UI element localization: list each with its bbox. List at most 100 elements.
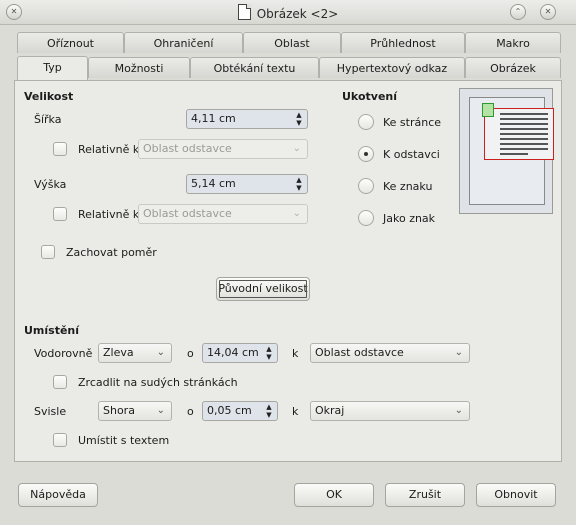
spin-arrows-icon[interactable]: ▲ ▼	[295, 176, 303, 192]
preview-text-line	[500, 128, 548, 130]
tab-label: Typ	[43, 61, 62, 74]
preview-page	[469, 97, 554, 205]
preview-image-marker	[482, 103, 494, 117]
anchor-page-radio[interactable]	[358, 114, 374, 130]
tab-label: Možnosti	[114, 62, 164, 75]
width-value: 4,11 cm	[191, 112, 236, 125]
tab-type[interactable]: Typ	[17, 56, 88, 80]
vertical-to-value: Okraj	[315, 404, 345, 417]
tab-label: Obtékání textu	[213, 62, 296, 75]
chevron-down-icon: ⌄	[156, 347, 165, 358]
radio-selected-dot	[364, 152, 368, 156]
reset-button[interactable]: Obnovit	[476, 483, 556, 507]
help-button[interactable]: Nápověda	[18, 483, 98, 507]
horizontal-by-value: 14,04 cm	[207, 346, 259, 359]
preview-text-line	[500, 148, 548, 150]
anchor-paragraph-label: K odstavci	[383, 148, 440, 161]
keep-ratio-checkbox[interactable]	[41, 245, 55, 259]
ok-button[interactable]: OK	[294, 483, 374, 507]
horizontal-to-select[interactable]: Oblast odstavce ⌄	[310, 343, 470, 363]
horizontal-select[interactable]: Zleva ⌄	[98, 343, 172, 363]
chevron-down-icon: ⌄	[156, 405, 165, 416]
mirror-label: Zrcadlit na sudých stránkách	[78, 376, 238, 389]
cancel-button[interactable]: Zrušit	[385, 483, 465, 507]
preview-text-line	[500, 143, 548, 145]
relative-width-checkbox[interactable]	[53, 142, 67, 156]
tab-macro[interactable]: Makro	[465, 32, 561, 53]
position-heading: Umístění	[24, 324, 80, 337]
tab-label: Obrázek	[490, 62, 536, 75]
window-title-area: Obrázek <2>	[0, 4, 576, 21]
tab-label: Průhlednost	[370, 37, 436, 50]
tab-wrap[interactable]: Obtékání textu	[190, 57, 319, 78]
keep-ratio-label: Zachovat poměr	[66, 246, 157, 259]
chevron-down-icon: ⌄	[292, 208, 301, 219]
vertical-to-select[interactable]: Okraj ⌄	[310, 401, 470, 421]
horizontal-value: Zleva	[103, 346, 134, 359]
width-spinbox[interactable]: 4,11 cm ▲ ▼	[186, 109, 308, 129]
anchor-preview	[459, 88, 554, 214]
vertical-by-label: o	[187, 405, 194, 418]
tab-label: Oblast	[274, 37, 310, 50]
spin-arrows-icon[interactable]: ▲ ▼	[265, 345, 273, 361]
height-value: 5,14 cm	[191, 177, 236, 190]
preview-text-line	[500, 118, 548, 120]
vertical-select[interactable]: Shora ⌄	[98, 401, 172, 421]
chevron-down-icon: ⌄	[454, 347, 463, 358]
spin-arrows-icon[interactable]: ▲ ▼	[265, 403, 273, 419]
preview-text-line	[500, 113, 548, 115]
preview-text-line	[500, 153, 528, 155]
close-icon[interactable]: ✕	[540, 4, 556, 20]
tab-image[interactable]: Obrázek	[465, 57, 561, 78]
size-heading: Velikost	[24, 90, 74, 103]
preview-text-line	[500, 138, 548, 140]
anchor-paragraph-radio[interactable]	[358, 146, 374, 162]
height-spinbox[interactable]: 5,14 cm ▲ ▼	[186, 174, 308, 194]
tab-crop[interactable]: Oříznout	[17, 32, 124, 53]
document-icon	[237, 4, 251, 20]
height-label: Výška	[34, 178, 67, 191]
tab-label: Ohraničení	[153, 37, 214, 50]
relative-height-checkbox[interactable]	[53, 207, 67, 221]
horizontal-by-spinbox[interactable]: 14,04 cm ▲ ▼	[202, 343, 278, 363]
chevron-down-icon: ⌄	[454, 405, 463, 416]
tab-label: Hypertextový odkaz	[336, 62, 448, 75]
horizontal-label: Vodorovně	[34, 347, 93, 360]
window-title: Obrázek <2>	[256, 7, 339, 21]
chevron-down-icon: ⌄	[292, 143, 301, 154]
relative-width-value: Oblast odstavce	[143, 142, 232, 155]
anchor-page-label: Ke stránce	[383, 116, 442, 129]
preview-text-line	[500, 123, 548, 125]
anchor-character-radio[interactable]	[358, 178, 374, 194]
horizontal-to-label: k	[292, 347, 299, 360]
vertical-by-value: 0,05 cm	[207, 404, 252, 417]
relative-height-label: Relativně k	[78, 208, 140, 221]
follow-text-label: Umístit s textem	[78, 434, 170, 447]
mirror-checkbox[interactable]	[53, 375, 67, 389]
collapse-icon[interactable]: ⌃	[510, 4, 526, 20]
anchor-as-char-radio[interactable]	[358, 210, 374, 226]
tab-label: Oříznout	[47, 37, 94, 50]
horizontal-by-label: o	[187, 347, 194, 360]
tab-area[interactable]: Oblast	[243, 32, 341, 53]
relative-height-value: Oblast odstavce	[143, 207, 232, 220]
follow-text-checkbox[interactable]	[53, 433, 67, 447]
preview-frame	[484, 108, 554, 160]
tab-transparency[interactable]: Průhlednost	[341, 32, 465, 53]
width-label: Šířka	[34, 113, 62, 126]
anchor-character-label: Ke znaku	[383, 180, 433, 193]
tab-label: Makro	[496, 37, 530, 50]
relative-width-select[interactable]: Oblast odstavce ⌄	[138, 139, 308, 159]
tab-options[interactable]: Možnosti	[88, 57, 190, 78]
vertical-to-label: k	[292, 405, 299, 418]
original-size-button[interactable]: Původní velikost	[216, 277, 310, 301]
horizontal-to-value: Oblast odstavce	[315, 346, 404, 359]
anchor-as-char-label: Jako znak	[383, 212, 436, 225]
spin-arrows-icon[interactable]: ▲ ▼	[295, 111, 303, 127]
vertical-by-spinbox[interactable]: 0,05 cm ▲ ▼	[202, 401, 278, 421]
vertical-value: Shora	[103, 404, 135, 417]
tab-hyperlink[interactable]: Hypertextový odkaz	[319, 57, 465, 78]
relative-width-label: Relativně k	[78, 143, 140, 156]
tab-borders[interactable]: Ohraničení	[124, 32, 243, 53]
relative-height-select[interactable]: Oblast odstavce ⌄	[138, 204, 308, 224]
